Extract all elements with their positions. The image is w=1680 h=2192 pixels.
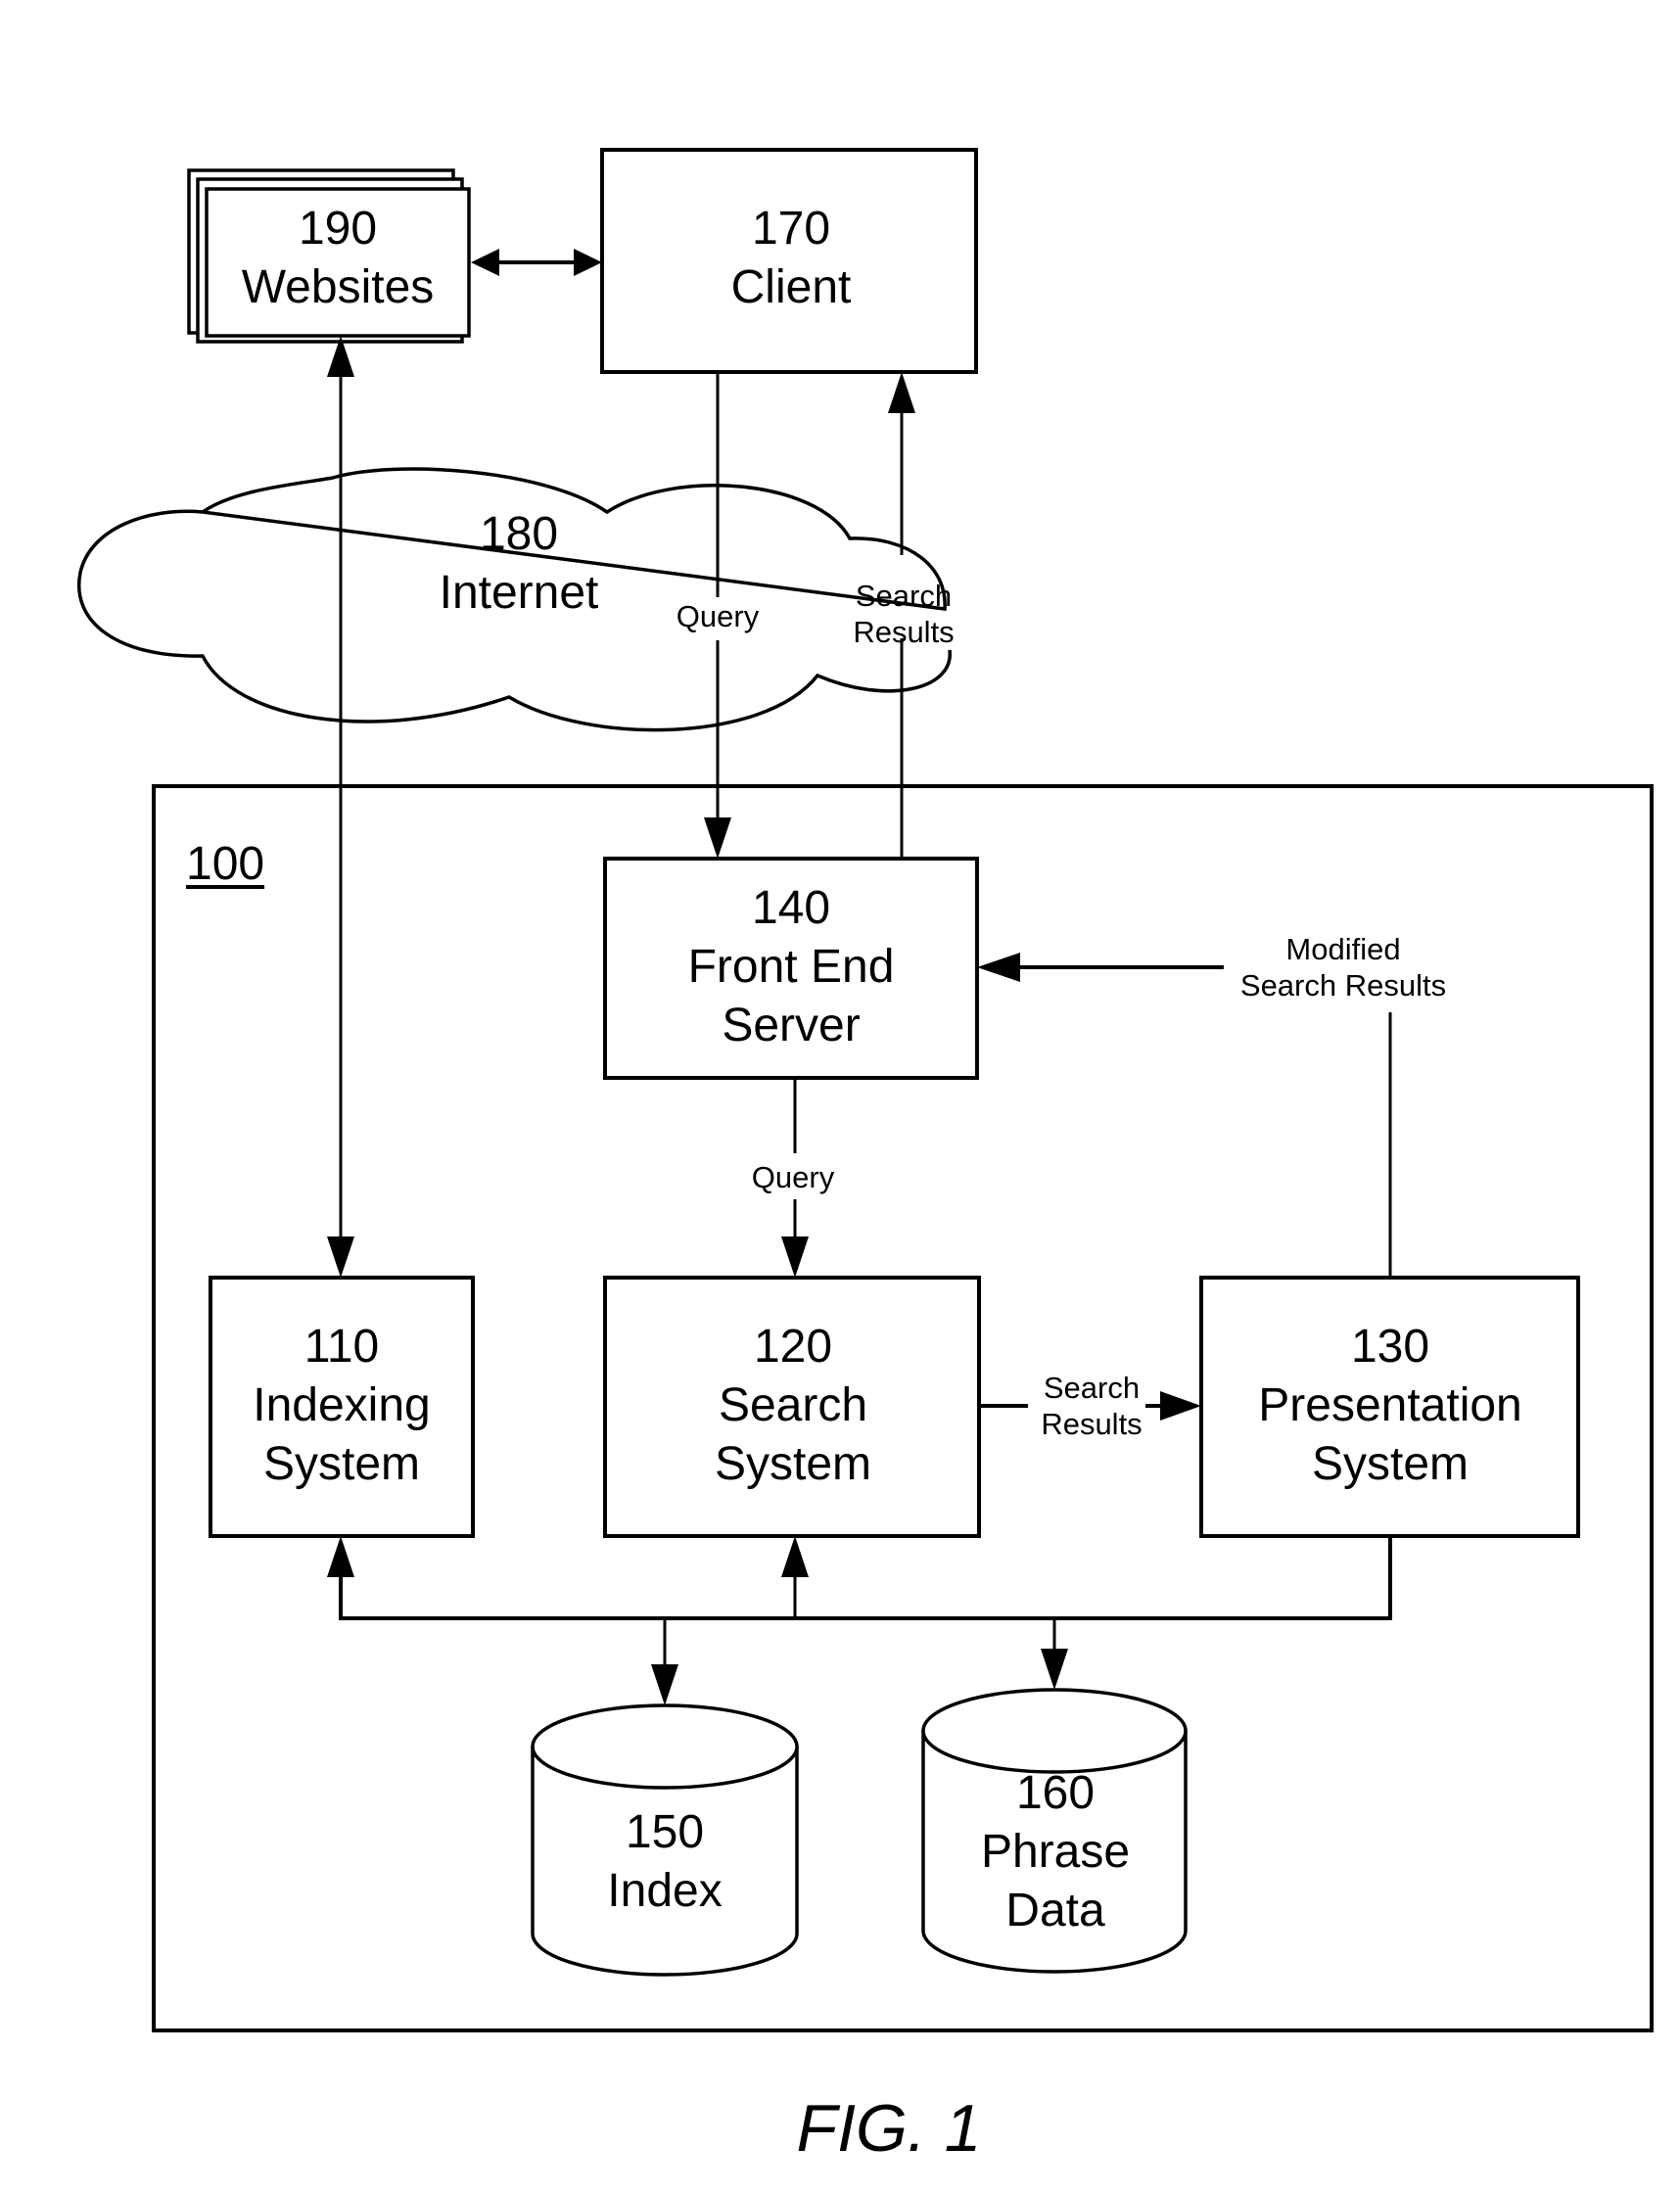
presentation-ref: 130 — [1350, 1321, 1430, 1373]
search-label-line1: Search — [718, 1379, 868, 1431]
websites-ref: 190 — [298, 203, 378, 255]
arrowhead-to-phrase-data — [1041, 1649, 1068, 1690]
indexing-ref: 110 — [303, 1321, 380, 1373]
presentation-node: 130 Presentation System — [1258, 1324, 1522, 1488]
edge-label-search-to-presentation: Search Results — [1041, 1373, 1142, 1439]
arrowhead-to-websites-right — [471, 249, 499, 276]
arrowhead-to-indexing-bottom — [327, 1536, 354, 1577]
edge-label-line1: Search — [855, 579, 953, 613]
client-node: 170 Client — [731, 206, 852, 311]
search-node: 120 Search System — [715, 1324, 871, 1488]
phrase-data-ref: 160 — [1015, 1767, 1096, 1819]
index-label: Index — [607, 1865, 723, 1917]
front-end-ref: 140 — [751, 882, 831, 934]
front-end-node: 140 Front End Server — [688, 885, 895, 1049]
websites-label: Websites — [241, 261, 435, 313]
edge-label-line1: Search — [1043, 1371, 1141, 1405]
edge-label-front-end-to-search: Query — [751, 1160, 835, 1194]
phrase-data-label-line1: Phrase — [980, 1826, 1131, 1878]
index-ref: 150 — [625, 1806, 705, 1858]
edge-label-line2: Search Results — [1239, 968, 1447, 1003]
arrowhead-to-index — [651, 1664, 678, 1705]
indexing-label-line1: Indexing — [253, 1379, 431, 1431]
figure-caption: FIG. 1 — [796, 2091, 982, 2166]
edge-label-front-end-to-client: Search Results — [853, 581, 954, 647]
arrowhead-to-indexing-top — [327, 1236, 354, 1278]
edge-label-line2: Results — [853, 615, 955, 649]
presentation-label-line1: Presentation — [1258, 1379, 1522, 1431]
front-end-label-line2: Server — [722, 1000, 861, 1051]
search-label-line2: System — [714, 1438, 872, 1490]
edge-label-line1: Modified — [1285, 932, 1401, 966]
edge-label-presentation-to-front-end: Modified Search Results — [1240, 934, 1446, 1001]
arrowhead-to-search-bottom — [781, 1536, 809, 1577]
edge-label-client-to-front-end: Query — [676, 599, 760, 633]
system-100-ref: 100 — [186, 838, 265, 890]
arrowhead-to-search-query — [781, 1236, 809, 1278]
indexing-label-line2: System — [262, 1438, 421, 1490]
search-ref: 120 — [753, 1321, 833, 1373]
edge-label-line2: Results — [1041, 1407, 1143, 1441]
phrase-data-node: 160 Phrase Data — [981, 1770, 1130, 1935]
presentation-label-line2: System — [1311, 1438, 1470, 1490]
indexing-node: 110 Indexing System — [253, 1324, 430, 1488]
arrowhead-to-client-left — [574, 249, 602, 276]
index-node: 150 Index — [607, 1809, 722, 1915]
arrowhead-to-client-results — [888, 372, 915, 413]
arrowhead-to-front-end-query — [704, 817, 731, 859]
diagram-canvas — [77, 148, 1654, 2032]
arrowhead-to-presentation — [1160, 1391, 1201, 1421]
phrase-data-label-line2: Data — [1005, 1885, 1105, 1936]
internet-node: 180 Internet — [440, 511, 599, 617]
internet-label: Internet — [439, 567, 599, 619]
websites-node: 190 Websites — [242, 206, 435, 311]
client-ref: 170 — [751, 203, 831, 255]
client-label: Client — [730, 261, 852, 313]
front-end-label-line1: Front End — [687, 941, 895, 993]
arrowhead-to-front-end-modified — [977, 953, 1020, 982]
storage-bus — [339, 1536, 1392, 1620]
internet-ref: 180 — [479, 508, 559, 560]
